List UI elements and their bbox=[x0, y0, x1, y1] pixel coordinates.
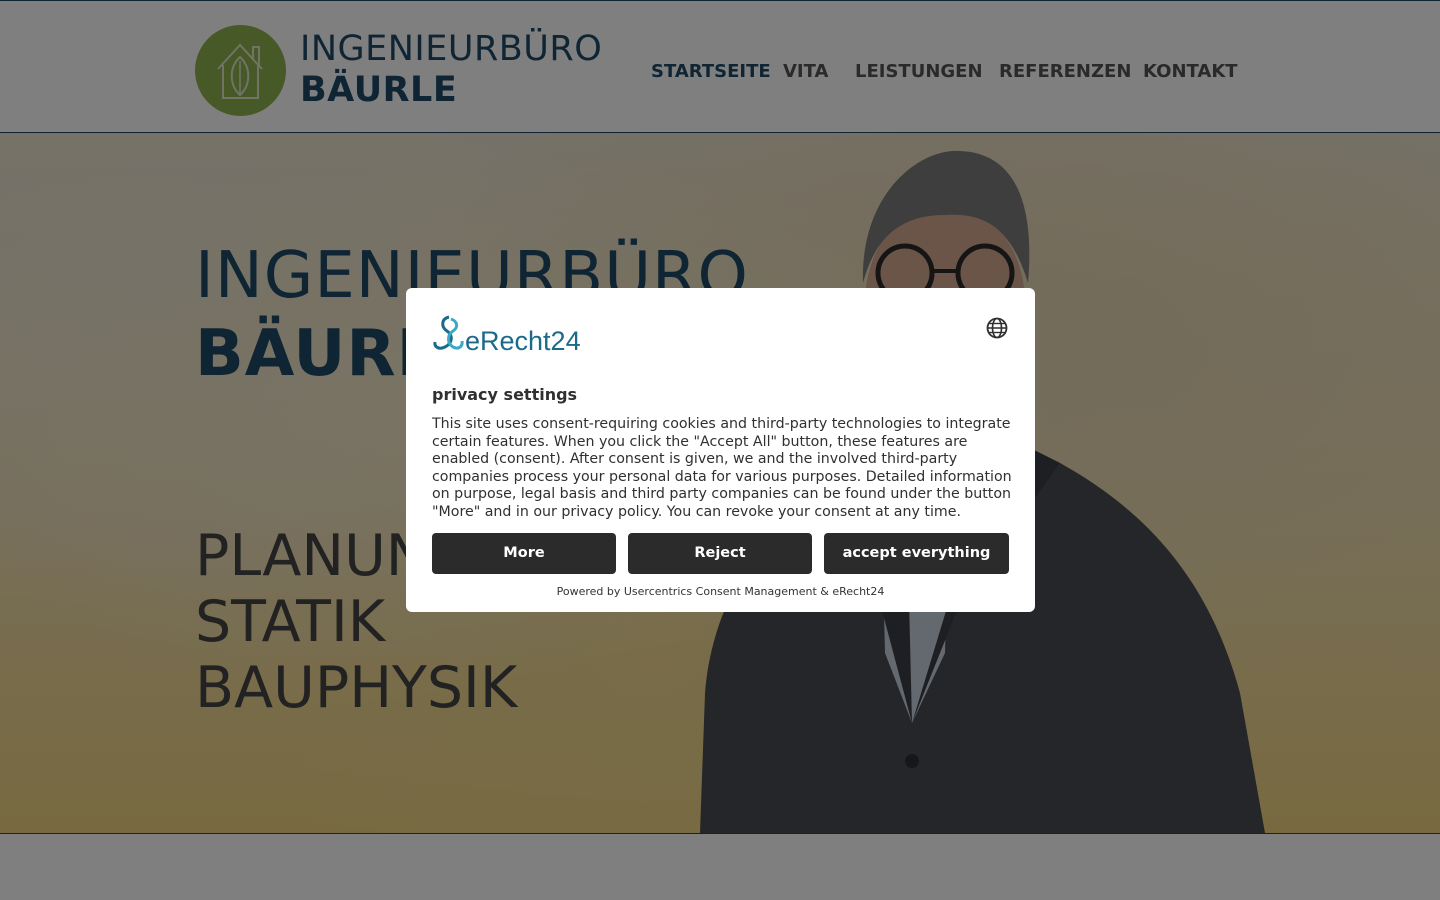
powered-by-text: Powered by Usercentrics Consent Manageme… bbox=[556, 585, 885, 598]
erecht24-wordmark: eRecht24 bbox=[465, 326, 581, 355]
erecht24-logo: eRecht24 bbox=[431, 313, 601, 356]
accept-all-button[interactable]: accept everything bbox=[824, 533, 1009, 574]
more-button[interactable]: More bbox=[432, 533, 616, 574]
consent-description: This site uses consent-requiring cookies… bbox=[432, 416, 1012, 520]
consent-title: privacy settings bbox=[432, 385, 578, 404]
globe-icon bbox=[986, 317, 1008, 339]
consent-dialog: eRecht24 privacy settings This site uses… bbox=[406, 288, 1035, 612]
reject-button[interactable]: Reject bbox=[628, 533, 812, 574]
erecht24-icon: eRecht24 bbox=[433, 315, 581, 356]
language-button[interactable] bbox=[985, 316, 1009, 340]
